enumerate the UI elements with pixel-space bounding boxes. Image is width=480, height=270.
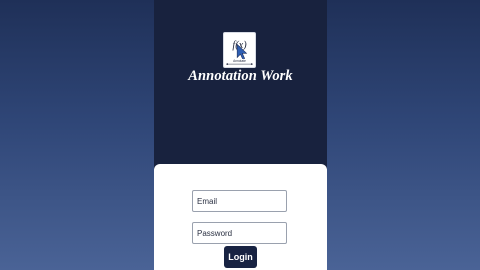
app-title: Annotation Work bbox=[188, 68, 293, 84]
email-field[interactable] bbox=[192, 190, 287, 212]
app-logo: f(x) Annotate bbox=[223, 32, 256, 68]
app-screen: f(x) Annotate Annotation Work Login bbox=[154, 0, 327, 270]
login-card: Login bbox=[154, 164, 327, 270]
login-button[interactable]: Login bbox=[224, 246, 257, 268]
function-annotate-icon: f(x) Annotate bbox=[225, 34, 254, 66]
logo-caption: Annotate bbox=[233, 59, 246, 63]
password-field[interactable] bbox=[192, 222, 287, 244]
